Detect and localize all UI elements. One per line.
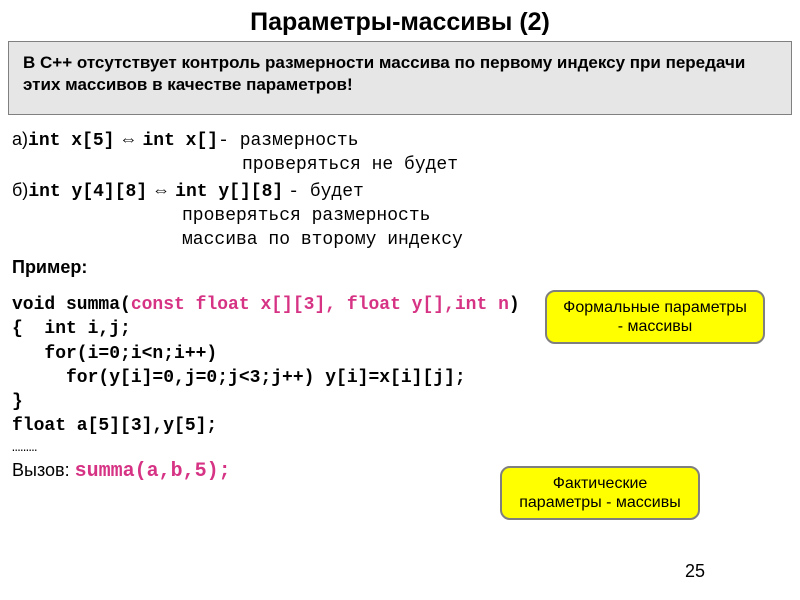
a-code1: int x[5]	[28, 131, 114, 151]
code-l7: ………	[12, 439, 788, 458]
infobox: В С++ отсутствует контроль размерности м…	[8, 41, 792, 115]
example-label: Пример:	[12, 255, 788, 279]
code-l3: for(i=0;i<n;i++)	[12, 342, 788, 366]
call-label: Вызов:	[12, 460, 75, 480]
code-l6: float a[5][3],y[5];	[12, 414, 788, 438]
callout-actual: Фактические параметры - массивы	[500, 466, 700, 520]
b-code2: int y[][8]	[175, 182, 283, 202]
b-prefix: б)	[12, 180, 28, 200]
code-l1b: const float x[][3], float y[],int n	[131, 295, 509, 315]
a-arrow: ⇔	[119, 129, 137, 149]
callout-formal: Формальные параметры - массивы	[545, 290, 765, 344]
line-b1: б)int y[4][8] ⇔ int y[][8] - будет	[12, 178, 788, 204]
line-a1: а)int x[5] ⇔ int x[]- размерность	[12, 127, 788, 153]
code-l5: }	[12, 390, 788, 414]
line-b2: проверяться размерность	[12, 204, 788, 228]
code-l1a: void summa(	[12, 295, 131, 315]
b-code1: int y[4][8]	[28, 182, 147, 202]
a-tail: - размерность	[218, 131, 358, 151]
b-tail: - будет	[288, 182, 364, 202]
line-a2: проверяться не будет	[12, 153, 788, 177]
a-prefix: а)	[12, 129, 28, 149]
page-number: 25	[685, 561, 705, 582]
code-l4: for(y[i]=0,j=0;j<3;j++) y[i]=x[i][j];	[12, 366, 788, 390]
a-code2: int x[]	[142, 131, 218, 151]
slide: Параметры-массивы (2) В С++ отсутствует …	[0, 0, 800, 600]
code-l1c: )	[509, 295, 520, 315]
page-title: Параметры-массивы (2)	[0, 0, 800, 41]
call-expr: summa(a,b,5);	[75, 460, 231, 483]
b-arrow: ⇔	[152, 180, 170, 200]
line-b3: массива по второму индексу	[12, 228, 788, 252]
